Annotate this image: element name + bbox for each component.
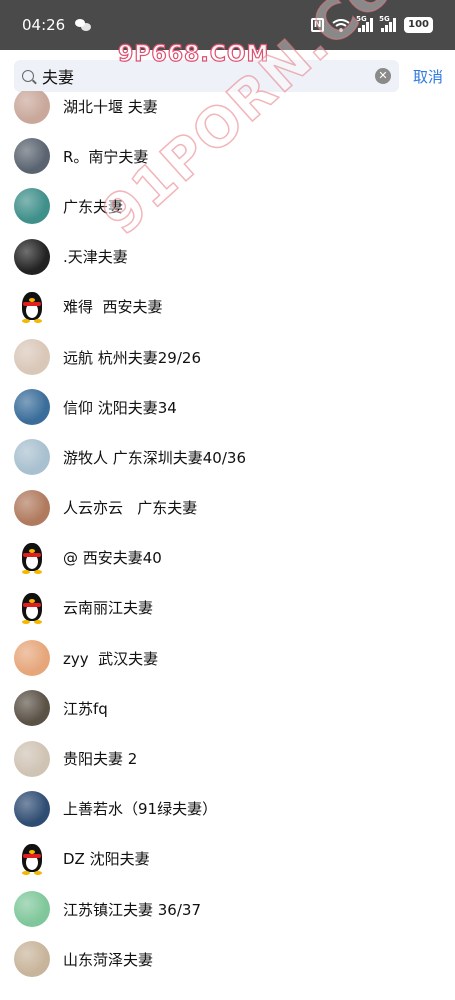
list-item-label: 云南丽江夫妻: [63, 599, 154, 618]
list-item[interactable]: @ 西安夫妻40: [0, 533, 455, 583]
list-item-label: .天津夫妻: [63, 248, 128, 267]
signal-icon: 5G: [379, 15, 397, 32]
avatar: [14, 891, 50, 928]
avatar: [14, 238, 50, 275]
nfc-icon: N: [311, 18, 325, 32]
list-item[interactable]: 信仰 沈阳夫妻34: [0, 382, 455, 432]
list-item[interactable]: 远航 杭州夫妻29/26: [0, 332, 455, 382]
avatar: [14, 790, 50, 827]
list-item-label: 江苏镇江夫妻 36/37: [63, 900, 201, 919]
avatar: [14, 740, 50, 777]
avatar: [14, 640, 50, 677]
list-item[interactable]: 难得 西安夫妻: [0, 282, 455, 332]
search-results-list: 湖北十堰 夫妻 R。南宁夫妻 广东夫妻 .天津夫妻难得 西安夫妻远航 杭州夫妻29/2…: [0, 91, 455, 1000]
list-item[interactable]: zyy 武汉夫妻: [0, 633, 455, 683]
penguin-avatar: [14, 540, 50, 576]
list-item[interactable]: 江苏fq: [0, 683, 455, 733]
avatar: [14, 138, 50, 175]
list-item[interactable]: 云南丽江夫妻: [0, 583, 455, 633]
list-item[interactable]: 贵阳夫妻 2: [0, 733, 455, 783]
list-item-label: R。南宁夫妻: [63, 147, 149, 166]
search-icon: [22, 70, 34, 82]
penguin-avatar: [14, 590, 50, 626]
list-item[interactable]: .天津夫妻: [0, 232, 455, 282]
avatar: [14, 439, 50, 476]
avatar: [14, 339, 50, 376]
penguin-avatar: [14, 289, 50, 325]
status-bar: 04:26 N 5G 5G 100: [0, 0, 455, 50]
avatar: [14, 188, 50, 225]
list-item-label: 江苏fq: [63, 699, 108, 718]
list-item[interactable]: 游牧人 广东深圳夫妻40/36: [0, 432, 455, 482]
battery-icon: 100: [404, 17, 433, 33]
list-item-label: 人云亦云 广东夫妻: [63, 499, 198, 518]
list-item[interactable]: 上善若水（91绿夫妻）: [0, 784, 455, 834]
list-item[interactable]: 山东菏泽夫妻: [0, 934, 455, 984]
signal-icon: 5G: [356, 15, 374, 32]
list-item[interactable]: 江苏镇江夫妻 36/37: [0, 884, 455, 934]
list-item-label: 远航 杭州夫妻29/26: [63, 348, 201, 367]
avatar: [14, 941, 50, 978]
avatar: [14, 489, 50, 526]
avatar: [14, 690, 50, 727]
list-item-label: 难得 西安夫妻: [63, 298, 163, 317]
avatar: [14, 91, 50, 125]
list-item-label: 山东菏泽夫妻: [63, 950, 154, 969]
search-input[interactable]: [40, 65, 369, 87]
list-item-label: @ 西安夫妻40: [63, 549, 162, 568]
penguin-avatar: [14, 841, 50, 877]
cancel-button[interactable]: 取消: [413, 66, 443, 87]
wifi-icon: [332, 18, 350, 32]
list-item-label: DZ 沈阳夫妻: [63, 850, 150, 869]
list-item-label: 游牧人 广东深圳夫妻40/36: [63, 448, 246, 467]
list-item-label: 湖北十堰 夫妻: [63, 97, 158, 116]
list-item[interactable]: DZ 沈阳夫妻: [0, 834, 455, 884]
list-item[interactable]: 湖北十堰 夫妻: [0, 91, 455, 131]
list-item-label: 上善若水（91绿夫妻）: [63, 800, 218, 819]
list-item-label: zyy 武汉夫妻: [63, 649, 159, 668]
list-item[interactable]: R。南宁夫妻: [0, 131, 455, 181]
list-item[interactable]: 广东夫妻: [0, 181, 455, 231]
list-item[interactable]: 人云亦云 广东夫妻: [0, 483, 455, 533]
list-item-label: 信仰 沈阳夫妻34: [63, 398, 177, 417]
list-item-label: 贵阳夫妻 2: [63, 750, 138, 769]
wechat-icon: [75, 19, 92, 31]
search-box[interactable]: ✕: [14, 60, 399, 92]
avatar: [14, 389, 50, 426]
status-time: 04:26: [22, 16, 66, 34]
list-item-label: 广东夫妻: [63, 197, 124, 216]
clear-icon[interactable]: ✕: [374, 68, 391, 84]
